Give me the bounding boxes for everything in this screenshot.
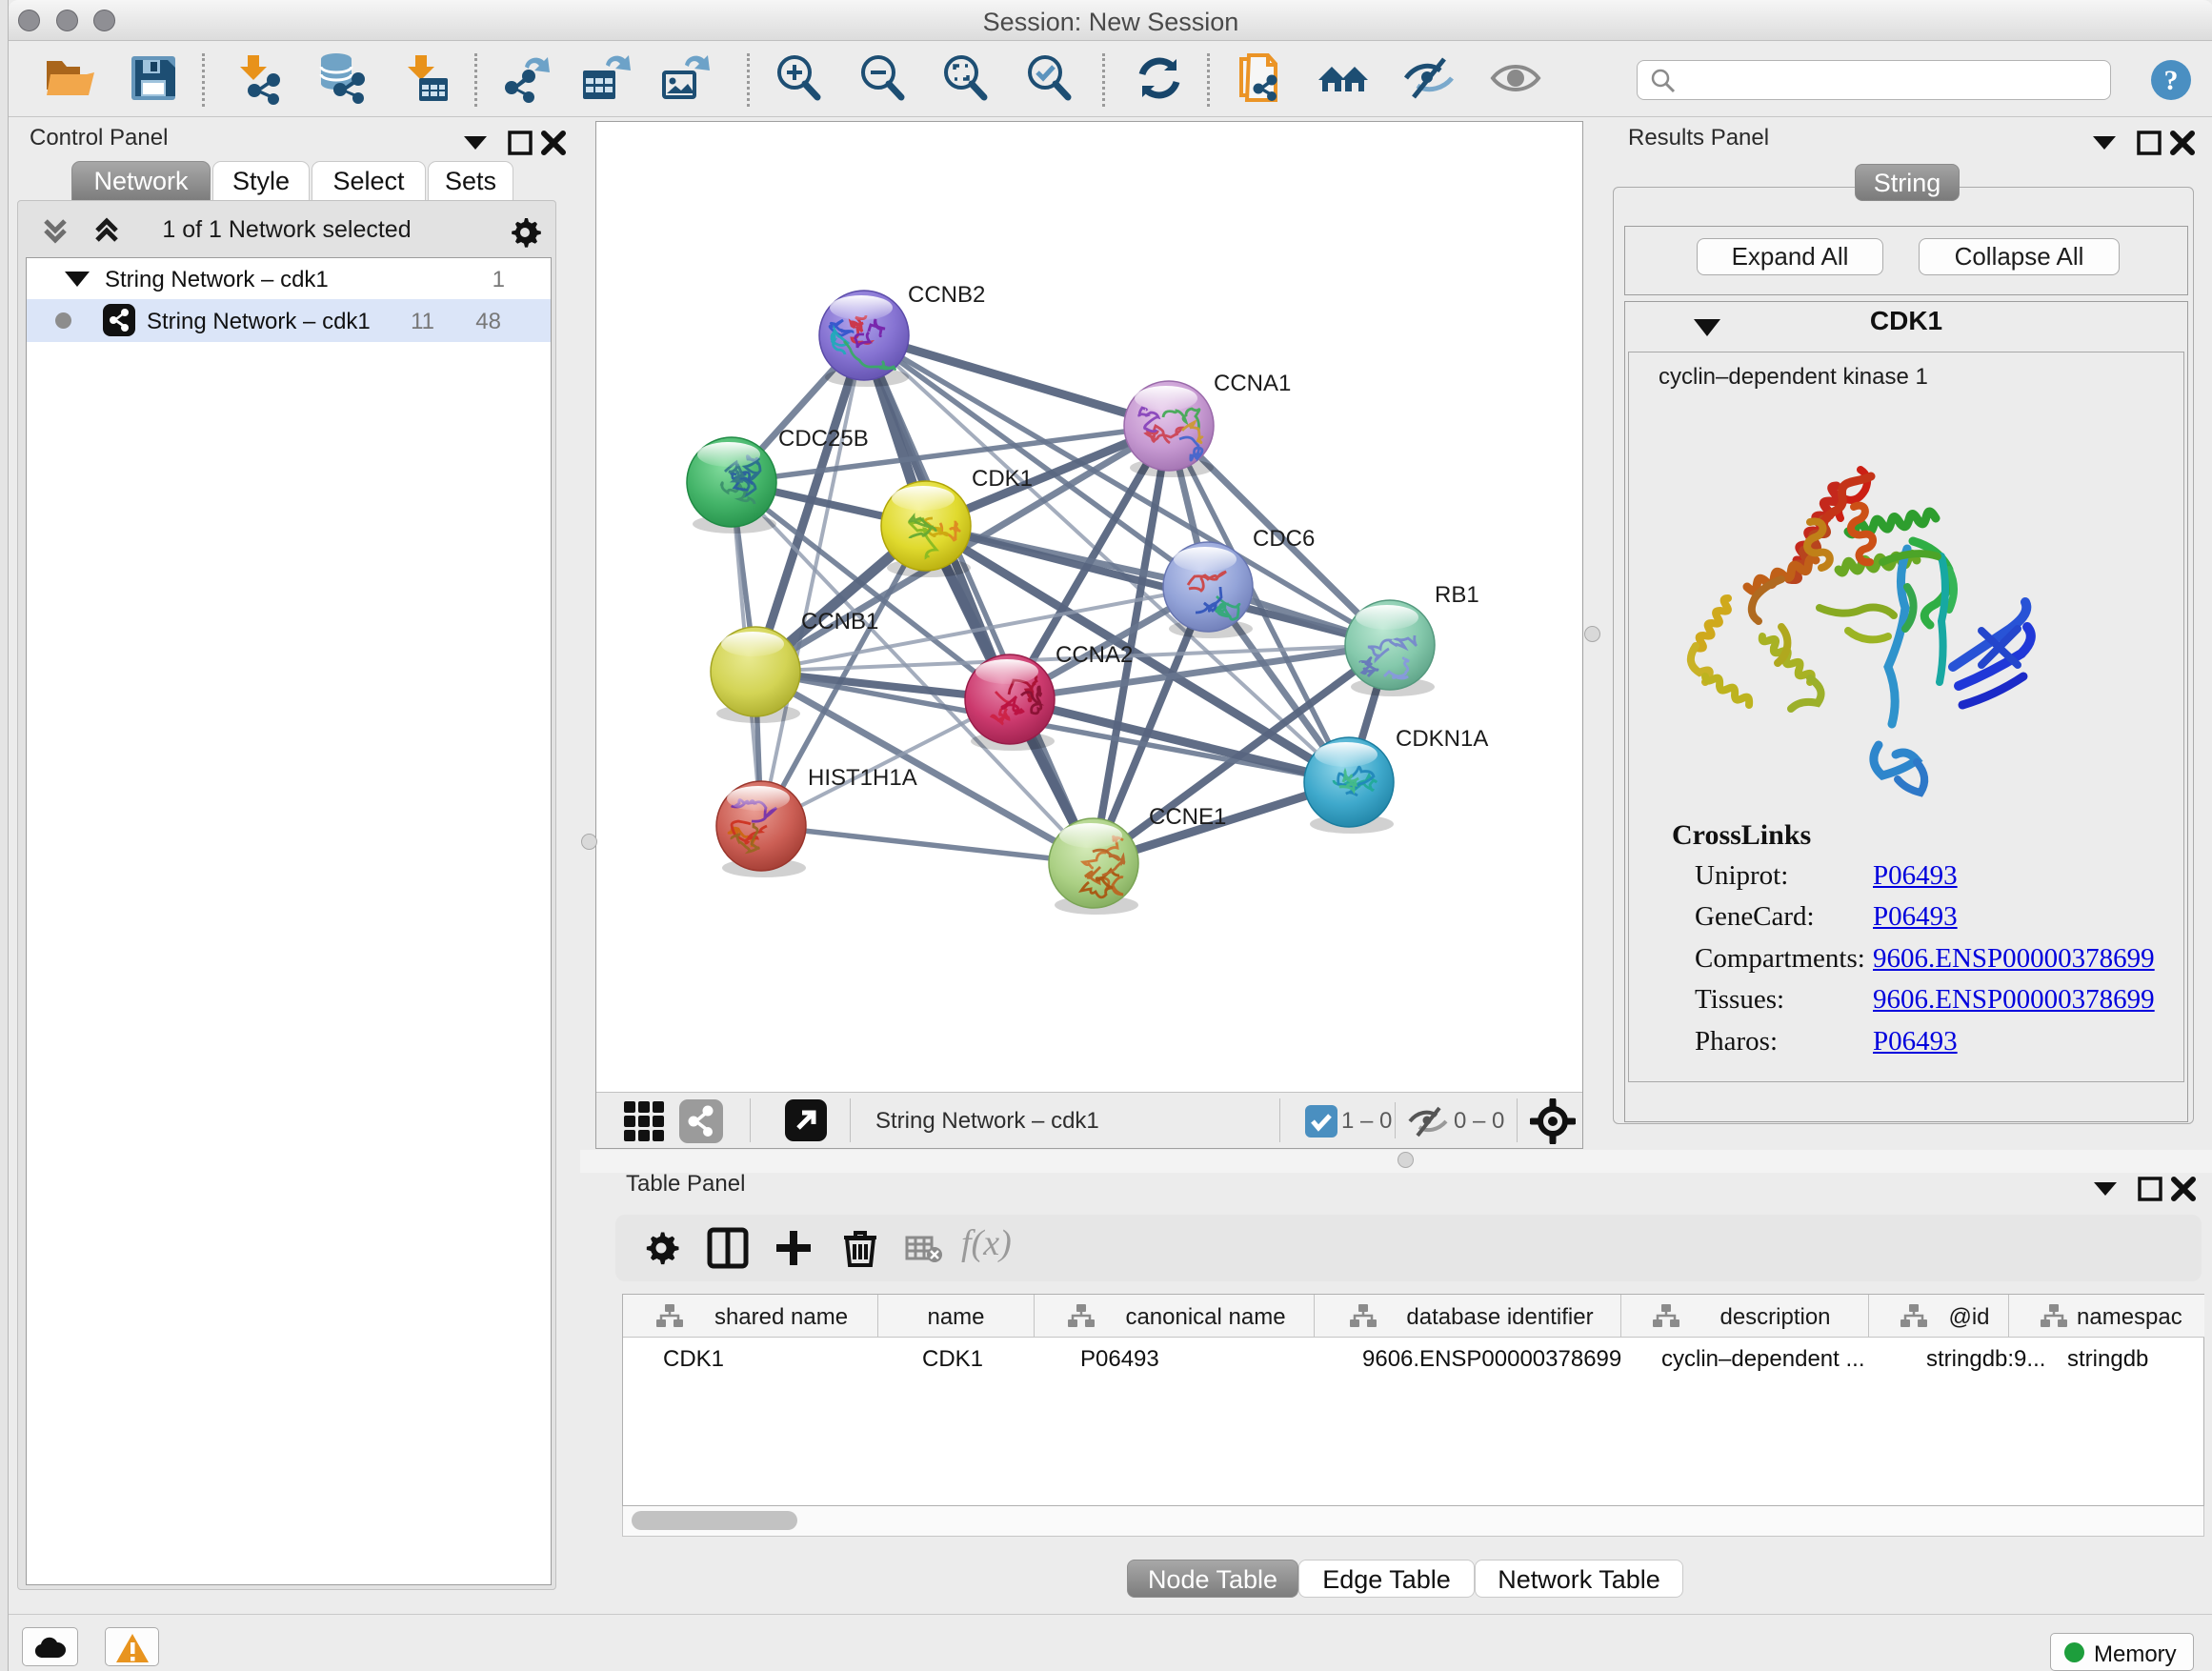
- svg-text:CCNE1: CCNE1: [1149, 804, 1226, 830]
- svg-text:HIST1H1A: HIST1H1A: [808, 765, 917, 791]
- svg-text:CDK1: CDK1: [972, 466, 1033, 492]
- svg-text:CDC25B: CDC25B: [778, 426, 869, 452]
- svg-text:CCNB1: CCNB1: [801, 609, 878, 634]
- svg-text:RB1: RB1: [1435, 582, 1479, 608]
- svg-text:CDKN1A: CDKN1A: [1396, 726, 1488, 752]
- svg-text:CCNB2: CCNB2: [908, 282, 985, 308]
- svg-text:?: ?: [2164, 65, 2179, 96]
- svg-text:CDC6: CDC6: [1253, 526, 1315, 552]
- svg-text:CCNA2: CCNA2: [1056, 642, 1133, 668]
- svg-text:CCNA1: CCNA1: [1214, 371, 1291, 396]
